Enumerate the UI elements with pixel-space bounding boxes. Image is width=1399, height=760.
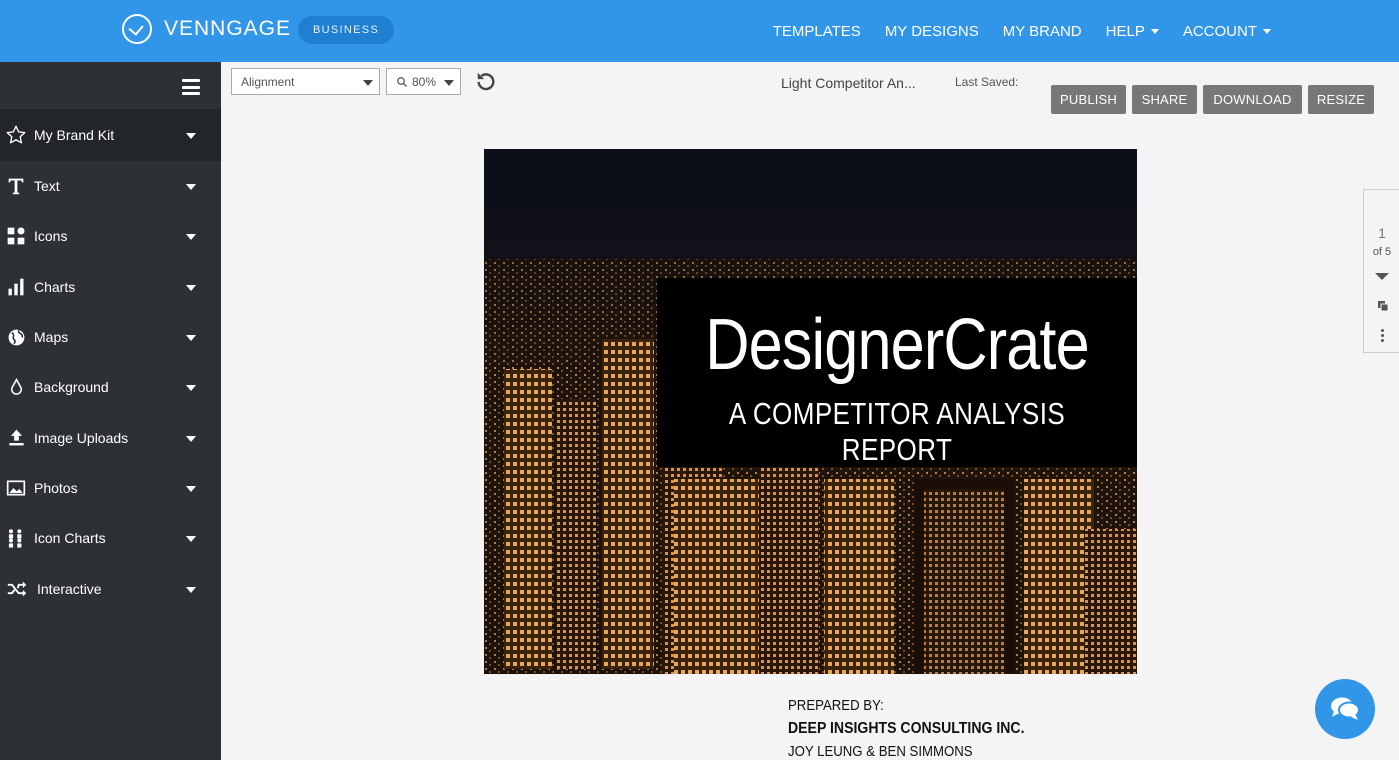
sidebar-item-text[interactable]: Text: [0, 161, 221, 211]
share-button[interactable]: SHARE: [1132, 85, 1197, 114]
nav-my-brand-label: MY BRAND: [1002, 22, 1082, 40]
text-icon: [5, 175, 27, 197]
nav-my-designs-label: MY DESIGNS: [884, 22, 979, 40]
prepared-by-label[interactable]: PREPARED BY:: [788, 697, 1025, 714]
caret-down-icon: [1150, 28, 1159, 34]
resize-button[interactable]: RESIZE: [1308, 85, 1374, 114]
caret-down-icon: [186, 133, 196, 139]
caret-down-icon: [186, 184, 196, 191]
sidebar-item-label: Interactive: [37, 580, 102, 597]
duplicate-page-icon[interactable]: [1377, 300, 1389, 312]
author-names[interactable]: JOY LEUNG & BEN SIMMONS: [788, 743, 1025, 760]
sidebar: My Brand Kit Text Icons Charts Maps Back…: [0, 62, 221, 760]
caret-down-icon: [186, 284, 196, 291]
nav-help-label: HELP: [1105, 22, 1145, 40]
nav-account-dropdown[interactable]: ACCOUNT: [1183, 23, 1271, 40]
caret-down-icon: [1263, 28, 1271, 34]
zoom-dropdown[interactable]: 80%: [386, 68, 461, 95]
sidebar-item-maps[interactable]: Maps: [0, 312, 221, 362]
venngage-logo-icon: [122, 14, 152, 44]
chat-support-button[interactable]: [1315, 679, 1375, 739]
caret-down-icon: [186, 234, 196, 241]
alignment-dropdown[interactable]: Alignment: [231, 68, 380, 95]
top-navigation-bar: VENNGAGE BUSINESS TEMPLATES MY DESIGNS M…: [0, 0, 1399, 62]
nav-my-designs[interactable]: MY DESIGNS: [885, 23, 979, 40]
nav-help-dropdown[interactable]: HELP: [1106, 23, 1159, 40]
caret-down-icon: [186, 385, 196, 392]
next-page-icon[interactable]: [1375, 273, 1389, 280]
droplet-icon: [5, 376, 27, 398]
caret-down-icon: [363, 80, 373, 86]
zoom-level: 80%: [412, 74, 437, 89]
caret-down-icon: [186, 435, 196, 442]
shuffle-icon: [5, 578, 29, 600]
main-nav: TEMPLATES MY DESIGNS MY BRAND HELP ACCOU…: [749, 0, 1271, 62]
star-icon: [5, 124, 27, 146]
sidebar-item-label: Text: [34, 178, 60, 195]
sidebar-item-label: Maps: [34, 329, 69, 346]
globe-icon: [5, 326, 27, 348]
caret-down-icon: [186, 586, 196, 593]
photo-icon: [5, 477, 27, 499]
download-button[interactable]: DOWNLOAD: [1203, 85, 1302, 114]
shapes-icon: [5, 225, 27, 247]
sidebar-menu: My Brand Kit Text Icons Charts Maps Back…: [0, 109, 221, 614]
alignment-dropdown-label: Alignment: [241, 74, 295, 89]
nav-templates[interactable]: TEMPLATES: [773, 23, 861, 40]
prepared-by-block[interactable]: PREPARED BY: DEEP INSIGHTS CONSULTING IN…: [788, 697, 1057, 760]
sidebar-item-label: Image Uploads: [34, 429, 129, 446]
title-block[interactable]: DesignerCrate A COMPETITOR ANALYSIS REPO…: [657, 278, 1137, 467]
nav-templates-label: TEMPLATES: [772, 22, 861, 40]
sidebar-item-interactive[interactable]: Interactive: [0, 563, 221, 613]
upload-icon: [5, 427, 27, 449]
sidebar-item-label: Icon Charts: [34, 530, 106, 547]
zoom-magnifier-icon: [397, 76, 407, 87]
current-page-number: 1: [1378, 225, 1386, 241]
sidebar-item-label: Charts: [34, 278, 76, 295]
caret-down-icon: [186, 485, 196, 492]
design-title[interactable]: DesignerCrate: [693, 304, 1101, 386]
page-total: of 5: [1372, 246, 1392, 258]
sidebar-item-icon-charts[interactable]: Icon Charts: [0, 513, 221, 563]
caret-down-icon: [444, 80, 454, 86]
page-navigator: 1 of 5: [1363, 189, 1399, 353]
nav-my-brand[interactable]: MY BRAND: [1003, 23, 1082, 40]
last-saved-status: Last Saved:: [955, 75, 1019, 89]
sidebar-item-label: Icons: [34, 228, 68, 245]
sidebar-item-background[interactable]: Background: [0, 362, 221, 412]
chat-bubbles-icon: [1331, 697, 1360, 720]
sidebar-item-image-uploads[interactable]: Image Uploads: [0, 412, 221, 462]
sidebar-item-label: Photos: [34, 479, 78, 496]
more-options-icon[interactable]: [1381, 329, 1384, 344]
undo-icon[interactable]: [475, 70, 497, 92]
sidebar-item-label: My Brand Kit: [34, 127, 115, 143]
hamburger-menu-icon[interactable]: [182, 79, 200, 95]
company-name[interactable]: DEEP INSIGHTS CONSULTING INC.: [788, 720, 1025, 738]
design-subtitle[interactable]: A COMPETITOR ANALYSIS REPORT: [695, 396, 1098, 468]
sidebar-item-photos[interactable]: Photos: [0, 463, 221, 513]
sidebar-item-icons[interactable]: Icons: [0, 211, 221, 261]
nav-account-label: ACCOUNT: [1182, 22, 1257, 40]
bar-chart-icon: [5, 276, 27, 298]
document-title[interactable]: Light Competitor An...: [781, 75, 916, 91]
venngage-logo[interactable]: VENNGAGE: [122, 14, 291, 44]
brand-name: VENNGAGE: [164, 17, 292, 40]
caret-down-icon: [186, 335, 196, 342]
sidebar-item-label: Background: [34, 379, 109, 396]
plan-badge: BUSINESS: [298, 16, 395, 44]
sidebar-item-my-brand-kit[interactable]: My Brand Kit: [0, 109, 221, 161]
people-chart-icon: [5, 527, 27, 549]
sidebar-item-charts[interactable]: Charts: [0, 262, 221, 312]
publish-button[interactable]: PUBLISH: [1051, 85, 1126, 114]
caret-down-icon: [186, 536, 196, 543]
